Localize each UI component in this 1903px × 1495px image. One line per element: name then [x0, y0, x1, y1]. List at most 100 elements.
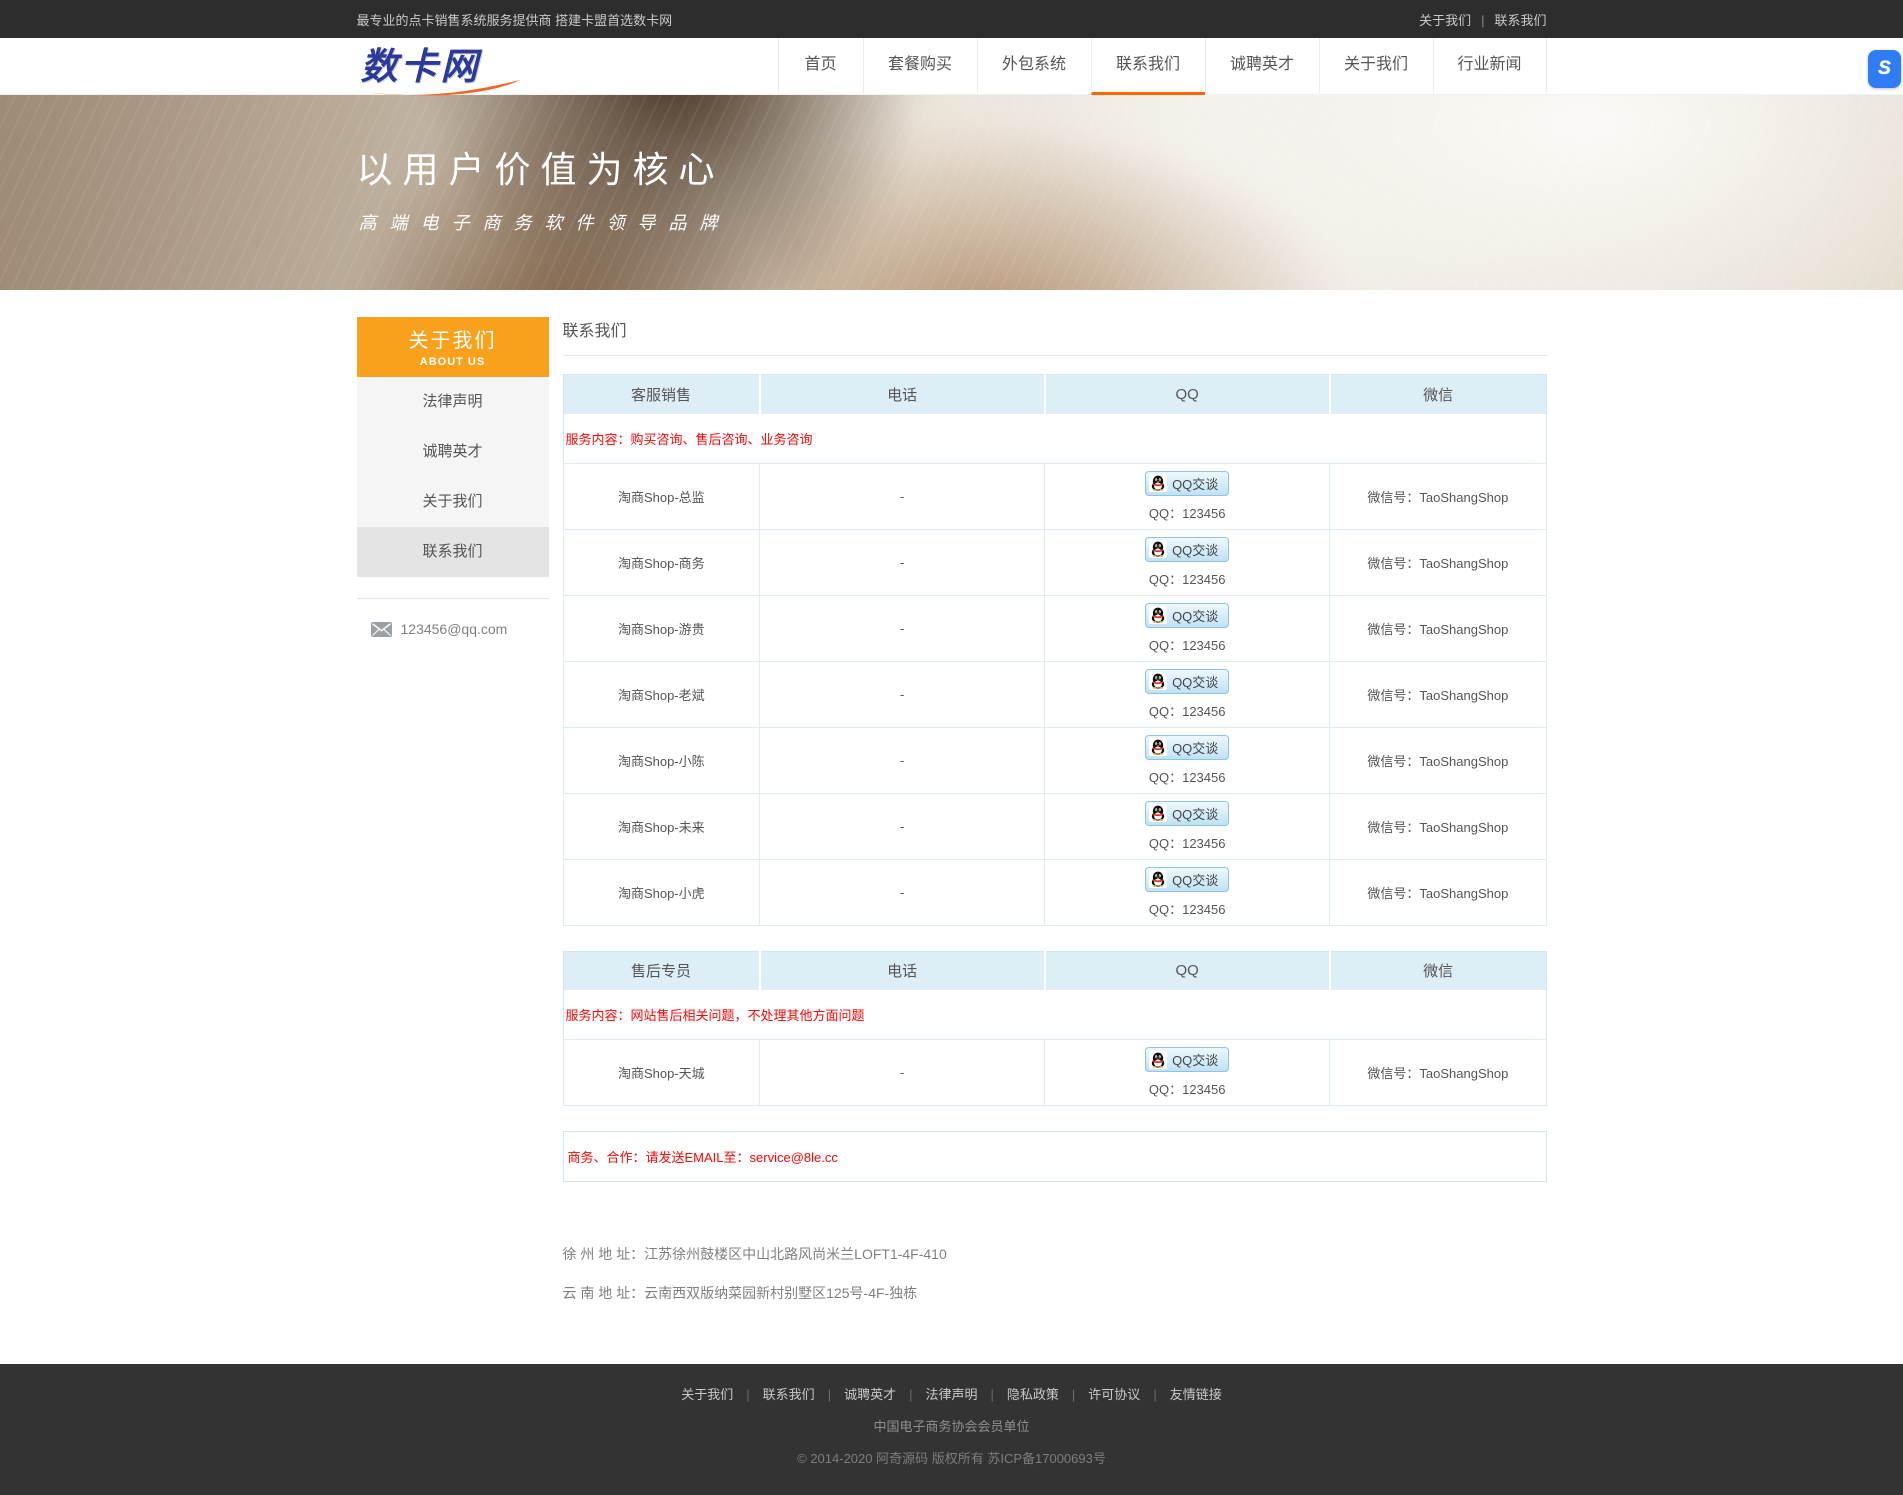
- contact-phone: -: [760, 793, 1045, 859]
- footer-link[interactable]: 许可协议: [1088, 1387, 1140, 1402]
- qq-number: QQ：123456: [1046, 569, 1328, 588]
- footer-link[interactable]: 诚聘英才: [844, 1387, 896, 1402]
- address-line: 徐 州 地 址：江苏徐州鼓楼区中山北路风尚米兰LOFT1-4F-410: [563, 1244, 1547, 1264]
- qq-number: QQ：123456: [1046, 1079, 1328, 1098]
- contact-qq-cell: QQ交谈 QQ：123456: [1045, 661, 1330, 727]
- address-list: 徐 州 地 址：江苏徐州鼓楼区中山北路风尚米兰LOFT1-4F-410云 南 地…: [563, 1244, 1547, 1303]
- nav-item-联系我们[interactable]: 联系我们: [1091, 38, 1205, 95]
- nav-item-首页[interactable]: 首页: [778, 38, 863, 95]
- sidebar-item-法律声明[interactable]: 法律声明: [357, 377, 549, 427]
- qq-penguin-icon: [1149, 672, 1167, 690]
- qq-chat-button[interactable]: QQ交谈: [1145, 801, 1229, 826]
- table-header-cell: 电话: [760, 375, 1045, 414]
- footer-link[interactable]: 联系我们: [763, 1387, 815, 1402]
- footer-link[interactable]: 隐私政策: [1007, 1387, 1059, 1402]
- table-header-cell: QQ: [1045, 951, 1330, 990]
- nav-item-外包系统[interactable]: 外包系统: [977, 38, 1091, 95]
- qq-chat-button[interactable]: QQ交谈: [1145, 603, 1229, 628]
- qq-penguin-icon: [1149, 474, 1167, 492]
- contact-qq-cell: QQ交谈 QQ：123456: [1045, 529, 1330, 595]
- table-header-cell: 客服销售: [563, 375, 760, 414]
- contact-name: 淘商Shop-老斌: [563, 661, 760, 727]
- table-header-row: 客服销售电话QQ微信: [563, 375, 1546, 414]
- main-panel: 联系我们 客服销售电话QQ微信 服务内容：购买咨询、售后咨询、业务咨询 淘商Sh…: [563, 317, 1547, 1322]
- contact-table: 售后专员电话QQ微信 服务内容：网站售后相关问题，不处理其他方面问题 淘商Sho…: [563, 951, 1547, 1107]
- contact-wechat: 微信号：TaoShangShop: [1330, 463, 1546, 529]
- separator: |: [991, 1387, 994, 1402]
- qq-chat-button-label: QQ交谈: [1172, 1050, 1218, 1069]
- logo[interactable]: 数卡网: [357, 38, 547, 95]
- qq-penguin-icon: [1149, 804, 1167, 822]
- sidebar-item-联系我们[interactable]: 联系我们: [357, 527, 549, 577]
- topbar-link[interactable]: 关于我们: [1419, 13, 1471, 28]
- contact-wechat: 微信号：TaoShangShop: [1330, 1040, 1546, 1106]
- content-area: 关于我们 ABOUT US 法律声明诚聘英才关于我们联系我们 123456@qq…: [357, 317, 1547, 1364]
- qq-chat-button[interactable]: QQ交谈: [1145, 735, 1229, 760]
- footer-link[interactable]: 友情链接: [1170, 1387, 1222, 1402]
- sidebar-header: 关于我们 ABOUT US: [357, 317, 549, 377]
- sidebar: 关于我们 ABOUT US 法律声明诚聘英才关于我们联系我们 123456@qq…: [357, 317, 549, 637]
- contact-wechat: 微信号：TaoShangShop: [1330, 529, 1546, 595]
- contact-phone: -: [760, 595, 1045, 661]
- contact-wechat: 微信号：TaoShangShop: [1330, 661, 1546, 727]
- floating-s-badge-button[interactable]: S: [1868, 50, 1901, 88]
- service-notice: 服务内容：网站售后相关问题，不处理其他方面问题: [563, 990, 1546, 1040]
- qq-chat-button-label: QQ交谈: [1172, 672, 1218, 691]
- topbar-link[interactable]: 联系我们: [1494, 13, 1546, 28]
- contact-tables: 客服销售电话QQ微信 服务内容：购买咨询、售后咨询、业务咨询 淘商Shop-总监…: [563, 374, 1547, 1106]
- table-row: 淘商Shop-小陈 -: [563, 727, 1546, 793]
- contact-name: 淘商Shop-总监: [563, 463, 760, 529]
- sidebar-email-text: 123456@qq.com: [401, 621, 508, 637]
- sidebar-item-关于我们[interactable]: 关于我们: [357, 477, 549, 527]
- qq-chat-button-label: QQ交谈: [1172, 738, 1218, 757]
- contact-table: 客服销售电话QQ微信 服务内容：购买咨询、售后咨询、业务咨询 淘商Shop-总监…: [563, 374, 1547, 926]
- hero-title: 以用户价值为核心: [357, 141, 1547, 193]
- table-row: 淘商Shop-游贵 -: [563, 595, 1546, 661]
- topbar-slogan: 最专业的点卡销售系统服务提供商 搭建卡盟首选数卡网: [357, 10, 673, 29]
- table-header-cell: QQ: [1045, 375, 1330, 414]
- site-footer: 关于我们|联系我们|诚聘英才|法律声明|隐私政策|许可协议|友情链接 中国电子商…: [0, 1364, 1903, 1495]
- contact-qq-cell: QQ交谈 QQ：123456: [1045, 793, 1330, 859]
- qq-chat-button-label: QQ交谈: [1172, 540, 1218, 559]
- nav-item-行业新闻[interactable]: 行业新闻: [1433, 38, 1547, 95]
- qq-number: QQ：123456: [1046, 767, 1328, 786]
- contact-phone: -: [760, 1040, 1045, 1106]
- separator: |: [1072, 1387, 1075, 1402]
- service-notice: 服务内容：购买咨询、售后咨询、业务咨询: [563, 414, 1546, 464]
- table-notice-row: 服务内容：网站售后相关问题，不处理其他方面问题: [563, 990, 1546, 1040]
- nav-item-诚聘英才[interactable]: 诚聘英才: [1205, 38, 1319, 95]
- contact-phone: -: [760, 529, 1045, 595]
- qq-chat-button[interactable]: QQ交谈: [1145, 867, 1229, 892]
- qq-chat-button[interactable]: QQ交谈: [1145, 669, 1229, 694]
- qq-chat-button-label: QQ交谈: [1172, 606, 1218, 625]
- qq-chat-button[interactable]: QQ交谈: [1145, 1047, 1229, 1072]
- topbar-links: 关于我们|联系我们: [1419, 10, 1546, 29]
- qq-penguin-icon: [1149, 870, 1167, 888]
- footer-link[interactable]: 关于我们: [681, 1387, 733, 1402]
- footer-membership: 中国电子商务协会会员单位: [0, 1416, 1903, 1435]
- contact-name: 淘商Shop-天城: [563, 1040, 760, 1106]
- qq-chat-button[interactable]: QQ交谈: [1145, 471, 1229, 496]
- table-row: 淘商Shop-总监 -: [563, 463, 1546, 529]
- table-header-cell: 微信: [1330, 951, 1546, 990]
- qq-chat-button[interactable]: QQ交谈: [1145, 537, 1229, 562]
- table-header-cell: 电话: [760, 951, 1045, 990]
- sidebar-title: 关于我们: [357, 324, 549, 353]
- nav-item-关于我们[interactable]: 关于我们: [1319, 38, 1433, 95]
- qq-number: QQ：123456: [1046, 701, 1328, 720]
- contact-name: 淘商Shop-小陈: [563, 727, 760, 793]
- qq-chat-button-label: QQ交谈: [1172, 804, 1218, 823]
- separator: |: [746, 1387, 749, 1402]
- table-header-cell: 微信: [1330, 375, 1546, 414]
- sidebar-item-诚聘英才[interactable]: 诚聘英才: [357, 427, 549, 477]
- nav-item-套餐购买[interactable]: 套餐购买: [863, 38, 977, 95]
- contact-qq-cell: QQ交谈 QQ：123456: [1045, 595, 1330, 661]
- qq-number: QQ：123456: [1046, 503, 1328, 522]
- table-row: 淘商Shop-老斌 -: [563, 661, 1546, 727]
- topbar: 最专业的点卡销售系统服务提供商 搭建卡盟首选数卡网 关于我们|联系我们: [0, 0, 1903, 38]
- qq-penguin-icon: [1149, 1051, 1167, 1069]
- logo-text: 数卡网: [361, 48, 481, 85]
- qq-penguin-icon: [1149, 540, 1167, 558]
- qq-number: QQ：123456: [1046, 635, 1328, 654]
- footer-link[interactable]: 法律声明: [925, 1387, 977, 1402]
